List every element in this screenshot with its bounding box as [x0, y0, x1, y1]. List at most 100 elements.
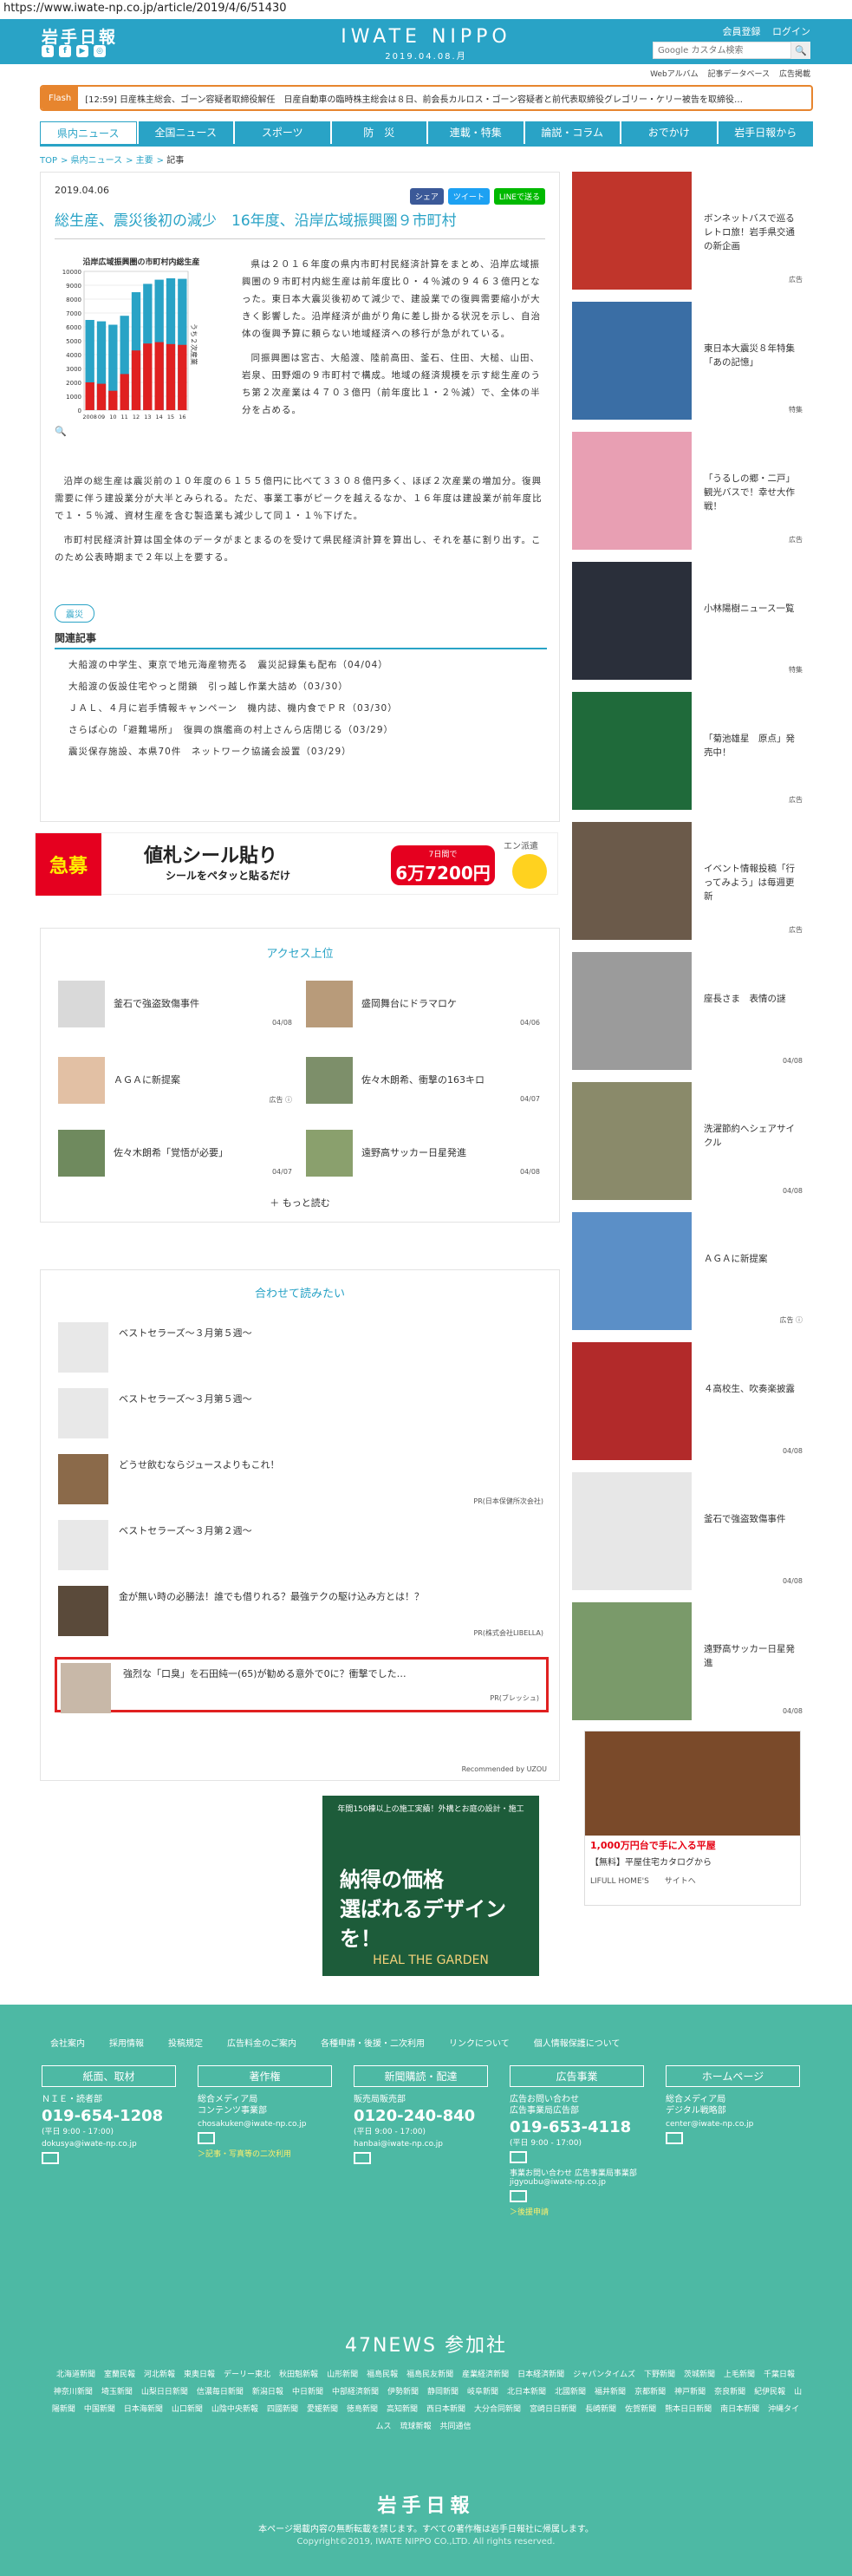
access-item-title[interactable]: 盛岡舞台にドラマロケ	[361, 996, 457, 1010]
paper-link[interactable]: 河北新報	[144, 2371, 175, 2379]
recommend-item-title[interactable]: どうせ飲むならジュースよりもこれ！	[119, 1458, 279, 1471]
paper-link[interactable]: 岐阜新聞	[467, 2388, 498, 2397]
job-ad-banner[interactable]: 急募 値札シール貼り シールをペタッと貼るだけ 7日間で 6万7200円 エン派…	[35, 832, 558, 896]
recommend-item[interactable]: ベストセラーズ～３月第２週～	[58, 1520, 543, 1575]
paper-link[interactable]: 奈良新聞	[714, 2388, 745, 2397]
sidebar-item[interactable]: 洗濯節約へシェアサイクル 04/08	[572, 1082, 806, 1200]
subnav-webalbum[interactable]: Webアルバム	[650, 70, 699, 79]
sidebar-item-title[interactable]: 遠野高サッカー日星発進	[704, 1642, 799, 1670]
paper-link[interactable]: 福井新聞	[595, 2388, 626, 2397]
recommend-item[interactable]: ベストセラーズ～３月第５週～	[58, 1388, 543, 1444]
recommend-item-title[interactable]: 強烈な「口臭」を石田純一(65)が勧める意外で0に？衝撃でした…	[123, 1666, 406, 1680]
mail-icon[interactable]	[510, 2190, 527, 2202]
paper-link[interactable]: 北海道新聞	[56, 2371, 95, 2379]
paper-link[interactable]: 上毛新聞	[724, 2371, 755, 2379]
article-tag[interactable]: 震災	[55, 604, 94, 623]
nav-from-nippo[interactable]: 岩手日報から	[718, 121, 813, 144]
mail-icon[interactable]	[666, 2132, 683, 2144]
access-item[interactable]: 遠野高サッカー日星発進 04/08	[306, 1130, 540, 1180]
sidebar-item[interactable]: 小林陽樹ニュース一覧 特集	[572, 562, 806, 680]
paper-link[interactable]: 北日本新聞	[507, 2388, 546, 2397]
sidebar-item[interactable]: ４高校生、吹奏楽披露 04/08	[572, 1342, 806, 1460]
access-item[interactable]: ＡＧＡに新提案 広告 ⓘ	[58, 1057, 292, 1107]
footer-link[interactable]: 会社案内	[50, 2036, 85, 2049]
paper-link[interactable]: 高知新聞	[387, 2405, 418, 2414]
address-bar[interactable]: https://www.iwate-np.co.jp/article/2019/…	[0, 0, 852, 19]
paper-link[interactable]: ジャパンタイムズ	[573, 2371, 635, 2379]
footer-link[interactable]: 各種申請・後援・二次利用	[321, 2036, 425, 2049]
sidebar-item[interactable]: イベント情報投稿「行ってみよう」は毎週更新 広告	[572, 822, 806, 940]
paper-link[interactable]: 福島民報	[367, 2371, 398, 2379]
sidebar-item[interactable]: ＡＧＡに新提案 広告 ⓘ	[572, 1212, 806, 1330]
paper-link[interactable]: 神戸新聞	[674, 2388, 706, 2397]
paper-link[interactable]: 伊勢新聞	[387, 2388, 419, 2397]
recommend-item[interactable]: どうせ飲むならジュースよりもこれ！ PR(日本保健所次会社)	[58, 1454, 543, 1510]
paper-link[interactable]: 茨城新聞	[684, 2371, 715, 2379]
paper-link[interactable]: 琉球新報	[400, 2423, 431, 2431]
access-item-title[interactable]: 佐々木朗希、衝撃の163キロ	[361, 1073, 485, 1086]
paper-link[interactable]: 室蘭民報	[104, 2371, 135, 2379]
sidebar-item-title[interactable]: ボンネットバスで巡るレトロ旅！岩手県交通の新企画	[704, 212, 799, 253]
paper-link[interactable]: 山口新聞	[172, 2405, 203, 2414]
paper-link[interactable]: 新潟日報	[252, 2388, 283, 2397]
sidebar-item-title[interactable]: 小林陽樹ニュース一覧	[704, 602, 799, 616]
contact-phone[interactable]: 019-654-1208	[42, 2107, 176, 2125]
nav-local-news[interactable]: 県内ニュース	[40, 121, 137, 144]
garden-ad[interactable]: 年間150棟以上の施工実績！外構とお庭の設計・施工 納得の価格 選ばれるデザイン…	[322, 1796, 539, 1976]
paper-link[interactable]: 神奈川新聞	[54, 2388, 93, 2397]
crumb-main[interactable]: 主要	[136, 156, 153, 166]
sidebar-item-title[interactable]: ４高校生、吹奏楽披露	[704, 1382, 799, 1396]
recommend-item-title[interactable]: ベストセラーズ～３月第２週～	[119, 1523, 252, 1537]
contact-email[interactable]: 事業お問い合わせ 広告事業局事業部 jigyoubu@iwate-np.co.j…	[510, 2167, 644, 2187]
sidebar-item-title[interactable]: 座長さま 表情の謎	[704, 992, 799, 1006]
sidebar-item-title[interactable]: イベント情報投稿「行ってみよう」は毎週更新	[704, 862, 799, 903]
nav-series[interactable]: 連載・特集	[428, 121, 524, 144]
access-item-title[interactable]: 釜石で強盗致傷事件	[114, 996, 199, 1010]
access-item[interactable]: 釜石で強盗致傷事件 04/08	[58, 981, 292, 1031]
paper-link[interactable]: 熊本日日新聞	[665, 2405, 712, 2414]
paper-link[interactable]: 日本経済新聞	[517, 2371, 564, 2379]
nav-disaster[interactable]: 防 災	[331, 121, 426, 144]
recommend-item-title[interactable]: ベストセラーズ～３月第５週～	[119, 1326, 252, 1340]
related-item[interactable]: ＪＡＬ、４月に岩手情報キャンペーン 機内誌、機内食でＰＲ（03/30）	[55, 698, 547, 720]
paper-link[interactable]: 愛媛新聞	[307, 2405, 338, 2414]
paper-link[interactable]: 宮崎日日新聞	[530, 2405, 576, 2414]
access-item[interactable]: 盛岡舞台にドラマロケ 04/06	[306, 981, 540, 1031]
paper-link[interactable]: 四國新聞	[267, 2405, 298, 2414]
recommend-item[interactable]: 金が無い時の必勝法！誰でも借りれる？最強テクの駆け込み方とは！？ PR(株式会社L…	[58, 1586, 543, 1641]
footer-link[interactable]: 広告料金のご案内	[227, 2036, 296, 2049]
sidebar-item[interactable]: 東日本大震災８年特集「あの記憶」 特集	[572, 302, 806, 420]
sidebar-item[interactable]: 座長さま 表情の謎 04/08	[572, 952, 806, 1070]
contact-email[interactable]: center@iwate-np.co.jp	[666, 2120, 800, 2129]
paper-link[interactable]: 中国新聞	[84, 2405, 115, 2414]
mail-icon[interactable]	[354, 2152, 371, 2164]
related-item[interactable]: 大船渡の中学生、東京で地元海産物売る 震災記録集も配布（04/04）	[55, 655, 547, 676]
recommend-item-title[interactable]: ベストセラーズ～３月第５週～	[119, 1392, 252, 1405]
related-item[interactable]: 大船渡の仮設住宅やっと閉鎖 引っ越し作業大詰め（03/30）	[55, 676, 547, 698]
access-item[interactable]: 佐々木朗希「覚悟が必要」 04/07	[58, 1130, 292, 1180]
paper-link[interactable]: デーリー東北	[224, 2371, 270, 2379]
recommend-item-highlighted[interactable]: 強烈な「口臭」を石田純一(65)が勧める意外で0に？衝撃でした… PR(ブレッシュ…	[55, 1657, 549, 1713]
subnav-ads[interactable]: 広告掲載	[779, 70, 810, 79]
sidebar-item[interactable]: 「うるしの郷・二戸」観光バスで！幸せ大作戦！ 広告	[572, 432, 806, 550]
paper-link[interactable]: 西日本新聞	[426, 2405, 465, 2414]
contact-phone[interactable]: 019-653-4118	[510, 2118, 644, 2136]
contact-link[interactable]: ＞後援申請	[510, 2206, 644, 2217]
flash-text[interactable]: [12:59] 日産株主総会、ゴーン容疑者取締役解任 日産自動車の臨時株主総会は…	[78, 92, 743, 105]
paper-link[interactable]: 佐賀新聞	[625, 2405, 656, 2414]
nav-national-news[interactable]: 全国ニュース	[138, 121, 233, 144]
sidebar-item-title[interactable]: 洗濯節約へシェアサイクル	[704, 1122, 799, 1150]
sidebar-item-title[interactable]: 東日本大震災８年特集「あの記憶」	[704, 342, 799, 369]
sidebar-item[interactable]: 遠野高サッカー日星発進 04/08	[572, 1602, 806, 1720]
paper-link[interactable]: 山陰中央新報	[211, 2405, 258, 2414]
paper-link[interactable]: 北國新聞	[555, 2388, 586, 2397]
subnav-database[interactable]: 記事データベース	[708, 70, 771, 79]
tweet-button[interactable]: ツイート	[447, 188, 490, 205]
recommend-item[interactable]: ベストセラーズ～３月第５週～	[58, 1322, 543, 1378]
footer-link[interactable]: 個人情報保護について	[534, 2036, 621, 2049]
access-item[interactable]: 佐々木朗希、衝撃の163キロ 04/07	[306, 1057, 540, 1107]
paper-link[interactable]: 共同通信	[440, 2423, 472, 2431]
house-ad[interactable]: 1,000万円台で手に入る平屋 【無料】平屋住宅カタログから LIFULL HO…	[584, 1731, 801, 1906]
paper-link[interactable]: 信濃毎日新聞	[197, 2388, 244, 2397]
paper-link[interactable]: 東奥日報	[184, 2371, 215, 2379]
